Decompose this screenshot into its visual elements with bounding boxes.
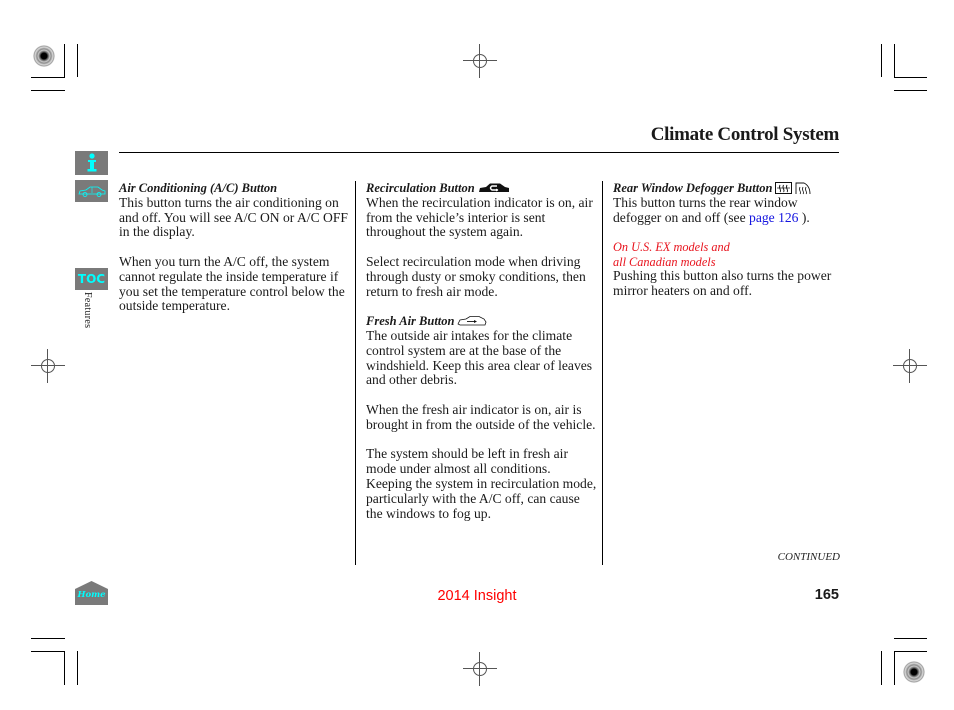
column-divider	[602, 181, 603, 565]
crop-line	[894, 77, 927, 78]
crosshair-top	[463, 44, 497, 78]
crop-line	[31, 651, 65, 652]
toc-button[interactable]: TOC	[75, 268, 108, 290]
defogger-text-end: ).	[798, 209, 810, 225]
crop-line	[894, 651, 895, 685]
recirculation-icon	[478, 183, 509, 192]
index-button[interactable]	[75, 180, 108, 202]
page-number: 165	[814, 587, 839, 603]
column-ac: Air Conditioning (A/C) Button This butto…	[119, 181, 349, 329]
crop-line	[64, 651, 65, 685]
section-heading: Rear Window Defogger Button	[613, 181, 843, 196]
section-label: Features	[82, 292, 93, 329]
paragraph: Select recirculation mode when driving t…	[366, 253, 586, 299]
crop-line	[31, 638, 65, 639]
crop-line	[894, 638, 927, 639]
registration-mark-bottom-right	[903, 661, 925, 683]
ac-heading: Air Conditioning (A/C) Button	[119, 181, 278, 195]
crop-line	[31, 90, 65, 91]
crop-line	[881, 44, 882, 77]
crop-line	[894, 90, 927, 91]
crosshair-bottom	[463, 652, 497, 686]
paragraph: When the fresh air indicator is on, air …	[366, 401, 596, 432]
paragraph: The system should be left in fresh air m…	[366, 446, 597, 521]
crop-line	[894, 651, 927, 652]
crosshair-left	[31, 349, 65, 383]
title-divider	[119, 152, 839, 153]
page-126-link[interactable]: page 126	[749, 210, 798, 225]
paragraph: When the recirculation indicator is on, …	[366, 194, 593, 240]
crop-line	[64, 44, 65, 77]
model-note-line: On U.S. EX models and	[613, 240, 730, 255]
mirror-heater-icon	[795, 182, 811, 195]
column-divider	[355, 181, 356, 565]
info-button[interactable]	[75, 151, 108, 175]
recirculation-heading: Recirculation Button	[366, 181, 475, 195]
crop-line	[894, 44, 895, 77]
car-index-icon	[77, 186, 105, 197]
section-heading: Fresh Air Button	[366, 314, 598, 329]
section-heading: Recirculation Button	[366, 181, 598, 196]
info-icon	[87, 153, 96, 172]
page-title: Climate Control System	[650, 124, 840, 145]
section-heading: Air Conditioning (A/C) Button	[119, 181, 349, 196]
paragraph: This button turns the air conditioning o…	[119, 194, 348, 240]
crop-line	[31, 77, 65, 78]
fresh-air-heading: Fresh Air Button	[366, 314, 455, 329]
continued-label: CONTINUED	[777, 551, 840, 563]
fresh-air-icon	[457, 316, 487, 326]
paragraph: Pushing this button also turns the power…	[613, 268, 832, 299]
defogger-heading: Rear Window Defogger Button	[613, 181, 773, 195]
crop-line	[77, 651, 78, 685]
model-note-line: all Canadian models	[613, 254, 716, 269]
model-note: On U.S. EX models and all Canadian model…	[613, 240, 843, 269]
crosshair-right	[893, 349, 927, 383]
column-recirculation: Recirculation Button When the recirculat…	[366, 181, 598, 536]
paragraph: When you turn the A/C off, the system ca…	[119, 253, 345, 314]
crop-line	[881, 651, 882, 685]
rear-defogger-icon	[775, 182, 793, 195]
paragraph: This button turns the rear window defogg…	[613, 195, 843, 226]
crop-line	[77, 44, 78, 77]
model-name: 2014 Insight	[437, 588, 517, 604]
paragraph: The outside air intakes for the climate …	[366, 327, 593, 388]
registration-mark-top-left	[33, 45, 55, 67]
column-defogger: Rear Window Defogger Button This button …	[613, 181, 843, 314]
